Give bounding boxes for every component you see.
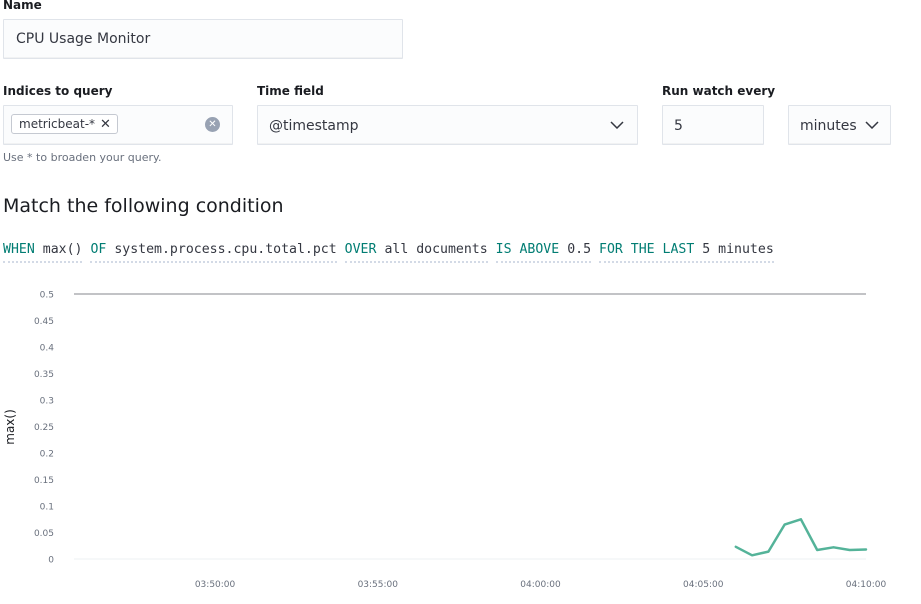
- run-every-value: 5: [674, 118, 683, 134]
- is-above-keyword: IS ABOVE: [495, 242, 560, 257]
- threshold-value: 0.5: [567, 242, 592, 257]
- y-axis-title: max(): [3, 409, 17, 445]
- x-tick-label: 04:05:00: [683, 580, 724, 590]
- time-field-value: @timestamp: [269, 118, 359, 134]
- indices-help: Use * to broaden your query.: [3, 151, 162, 164]
- y-tick-label: 0: [48, 556, 54, 566]
- for-the-last-expression-button[interactable]: FOR THE LAST 5 minutes: [599, 242, 774, 263]
- y-tick-label: 0.35: [34, 370, 54, 380]
- run-every-label: Run watch every: [662, 84, 776, 98]
- over-keyword: OVER: [344, 242, 377, 257]
- of-keyword: OF: [90, 242, 107, 257]
- name-value: CPU Usage Monitor: [16, 31, 151, 47]
- of-value: system.process.cpu.total.pct: [114, 242, 337, 257]
- series-layer: [734, 518, 868, 557]
- y-tick-label: 0.5: [40, 291, 54, 301]
- condition-title: Match the following condition: [3, 195, 284, 217]
- x-tick-label: 03:55:00: [358, 580, 399, 590]
- when-keyword: WHEN: [3, 242, 35, 257]
- x-tick-label: 04:10:00: [846, 580, 887, 590]
- name-field[interactable]: CPU Usage Monitor: [3, 19, 403, 59]
- condition-expression: WHEN max() OF system.process.cpu.total.p…: [3, 242, 774, 263]
- index-pill-label: metricbeat-*: [19, 117, 96, 131]
- watch-visualization-chart: 0 0.05 0.1 0.15 0.2 0.25 0.3 0.35 0.4 0.45 0.5 03:…: [3, 291, 887, 591]
- when-expression-button[interactable]: WHEN max(): [3, 242, 83, 263]
- for-the-last-value: 5 minutes: [702, 242, 774, 257]
- run-every-input[interactable]: 5: [662, 105, 764, 145]
- series-line: [734, 518, 868, 557]
- y-tick-label: 0.05: [34, 529, 54, 539]
- run-every-unit-select[interactable]: minutes: [788, 105, 891, 145]
- threshold-expression-button[interactable]: IS ABOVE 0.5: [495, 242, 592, 263]
- indices-label: Indices to query: [3, 84, 113, 98]
- x-tick-label: 04:00:00: [520, 580, 561, 590]
- run-every-unit: minutes: [800, 118, 857, 134]
- chevron-down-icon: [610, 121, 624, 129]
- y-axis: 0 0.05 0.1 0.15 0.2 0.25 0.3 0.35 0.4 0.45 0.5: [34, 291, 54, 566]
- when-value: max(): [42, 242, 83, 257]
- indices-combobox[interactable]: metricbeat-* ✕ ✕: [3, 105, 233, 145]
- y-tick-label: 0.2: [40, 450, 54, 460]
- time-field-select[interactable]: @timestamp: [257, 105, 638, 145]
- y-tick-label: 0.1: [40, 503, 54, 513]
- y-tick-label: 0.25: [34, 423, 54, 433]
- time-field-label: Time field: [257, 84, 324, 98]
- x-tick-label: 03:50:00: [195, 580, 236, 590]
- name-label: Name: [3, 0, 42, 12]
- close-icon[interactable]: ✕: [100, 118, 111, 131]
- index-pill: metricbeat-* ✕: [11, 114, 118, 134]
- over-value: all documents: [384, 242, 488, 257]
- y-tick-label: 0.3: [40, 397, 54, 407]
- of-expression-button[interactable]: OF system.process.cpu.total.pct: [90, 242, 337, 263]
- clear-circle-icon[interactable]: ✕: [205, 117, 220, 132]
- for-the-last-keyword: FOR THE LAST: [599, 242, 695, 257]
- y-tick-label: 0.15: [34, 476, 54, 486]
- y-tick-label: 0.4: [40, 344, 55, 354]
- over-expression-button[interactable]: OVER all documents: [344, 242, 488, 263]
- chevron-down-icon: [865, 121, 879, 129]
- y-tick-label: 0.45: [34, 317, 54, 327]
- x-axis: 03:50:00 03:55:00 04:00:00 04:05:00 04:10:00: [195, 580, 887, 590]
